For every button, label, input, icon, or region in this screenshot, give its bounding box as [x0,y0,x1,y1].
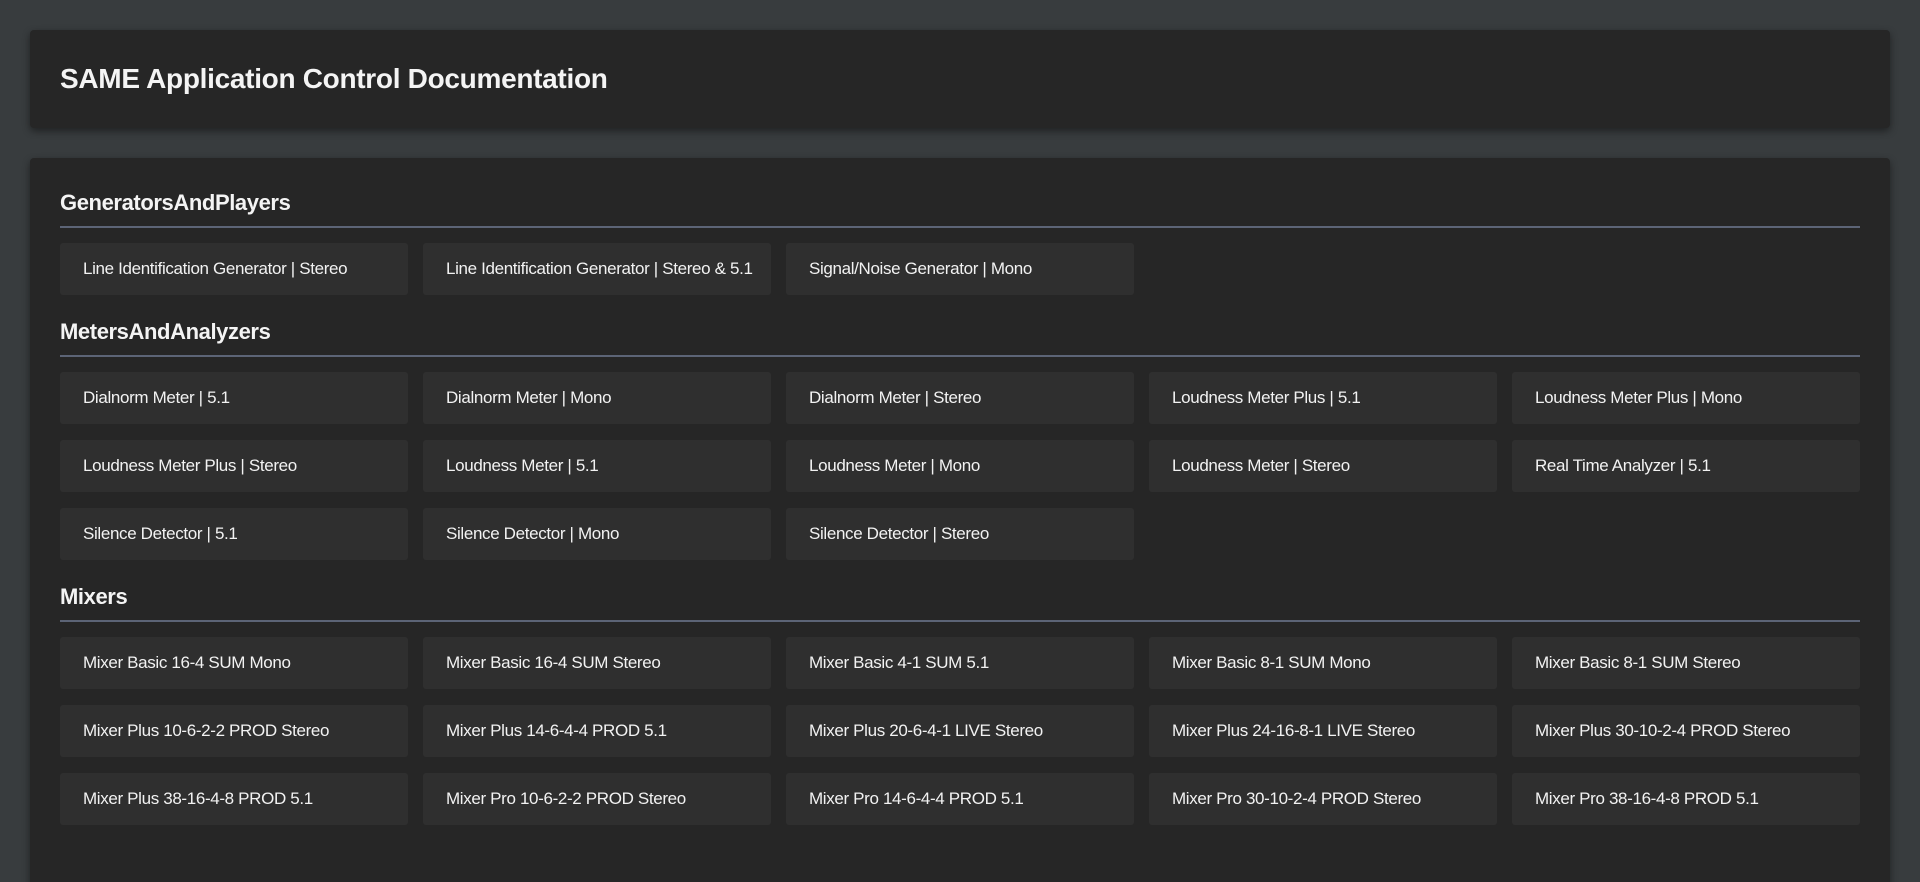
app-link[interactable]: Signal/Noise Generator | Mono [786,243,1134,295]
app-link[interactable]: Mixer Plus 30-10-2-4 PROD Stereo [1512,705,1860,757]
app-link[interactable]: Loudness Meter Plus | Stereo [60,440,408,492]
item-grid: Mixer Basic 16-4 SUM Mono Mixer Basic 16… [60,637,1860,825]
app-link[interactable]: Line Identification Generator | Stereo &… [423,243,771,295]
app-link[interactable]: Silence Detector | 5.1 [60,508,408,560]
app-link[interactable]: Mixer Plus 14-6-4-4 PROD 5.1 [423,705,771,757]
app-link[interactable]: Mixer Pro 10-6-2-2 PROD Stereo [423,773,771,825]
app-link[interactable]: Dialnorm Meter | Stereo [786,372,1134,424]
app-link[interactable]: Mixer Basic 16-4 SUM Stereo [423,637,771,689]
app-link[interactable]: Dialnorm Meter | 5.1 [60,372,408,424]
section-mixers: Mixers Mixer Basic 16-4 SUM Mono Mixer B… [60,582,1860,825]
app-link[interactable]: Loudness Meter Plus | Mono [1512,372,1860,424]
app-link[interactable]: Mixer Pro 14-6-4-4 PROD 5.1 [786,773,1134,825]
page: SAME Application Control Documentation G… [0,0,1920,882]
section-title: GeneratorsAndPlayers [60,188,1860,228]
app-link[interactable]: Mixer Basic 8-1 SUM Stereo [1512,637,1860,689]
item-grid: Dialnorm Meter | 5.1 Dialnorm Meter | Mo… [60,372,1860,560]
app-link[interactable]: Real Time Analyzer | 5.1 [1512,440,1860,492]
section-generators-and-players: GeneratorsAndPlayers Line Identification… [60,188,1860,295]
app-link[interactable]: Dialnorm Meter | Mono [423,372,771,424]
app-link[interactable]: Mixer Pro 30-10-2-4 PROD Stereo [1149,773,1497,825]
section-meters-and-analyzers: MetersAndAnalyzers Dialnorm Meter | 5.1 … [60,317,1860,560]
app-link[interactable]: Mixer Basic 8-1 SUM Mono [1149,637,1497,689]
app-link[interactable]: Mixer Basic 4-1 SUM 5.1 [786,637,1134,689]
app-link[interactable]: Loudness Meter | Stereo [1149,440,1497,492]
app-link[interactable]: Mixer Plus 20-6-4-1 LIVE Stereo [786,705,1134,757]
main-content: GeneratorsAndPlayers Line Identification… [30,158,1890,882]
item-grid: Line Identification Generator | Stereo L… [60,243,1860,295]
app-link[interactable]: Loudness Meter | 5.1 [423,440,771,492]
app-link[interactable]: Silence Detector | Stereo [786,508,1134,560]
section-title: MetersAndAnalyzers [60,317,1860,357]
header-card: SAME Application Control Documentation [30,30,1890,128]
section-title: Mixers [60,582,1860,622]
app-link[interactable]: Mixer Pro 38-16-4-8 PROD 5.1 [1512,773,1860,825]
app-link[interactable]: Line Identification Generator | Stereo [60,243,408,295]
app-link[interactable]: Mixer Plus 38-16-4-8 PROD 5.1 [60,773,408,825]
app-link[interactable]: Mixer Basic 16-4 SUM Mono [60,637,408,689]
app-link[interactable]: Silence Detector | Mono [423,508,771,560]
app-link[interactable]: Loudness Meter | Mono [786,440,1134,492]
page-title: SAME Application Control Documentation [60,63,608,94]
app-link[interactable]: Mixer Plus 24-16-8-1 LIVE Stereo [1149,705,1497,757]
app-link[interactable]: Mixer Plus 10-6-2-2 PROD Stereo [60,705,408,757]
app-link[interactable]: Loudness Meter Plus | 5.1 [1149,372,1497,424]
